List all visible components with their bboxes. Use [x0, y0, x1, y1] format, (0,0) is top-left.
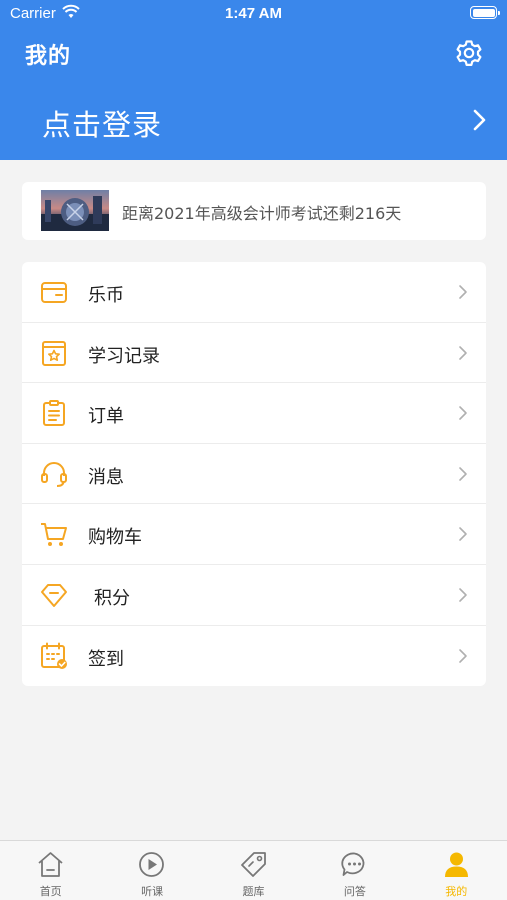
exam-countdown-card[interactable]: 距离2021年高级会计师考试还剩216天 [22, 182, 486, 240]
menu-item-label: 积分 [94, 587, 130, 609]
page-title: 我的 [25, 44, 72, 69]
status-time: 1:47 AM [225, 5, 282, 22]
cart-icon [41, 523, 67, 547]
chevron-right-icon [459, 648, 467, 663]
menu-item-label: 购物车 [88, 527, 142, 549]
tab-listen[interactable]: 听课 [101, 841, 202, 900]
menu-item-points[interactable]: 积分 [22, 565, 486, 626]
status-bar: Carrier 1:47 AM [0, 0, 507, 28]
tab-mine[interactable]: 我的 [406, 841, 507, 900]
tab-label: 问答 [343, 885, 366, 898]
clipboard-icon [43, 400, 65, 427]
battery-icon [470, 6, 500, 19]
calendar-check-icon [41, 642, 67, 669]
chat-icon [341, 852, 365, 876]
menu-item-messages[interactable]: 消息 [22, 444, 486, 505]
exam-banner-image [41, 190, 109, 231]
chevron-right-icon [473, 109, 486, 131]
tab-home[interactable]: 首页 [0, 841, 101, 900]
chevron-right-icon [459, 406, 467, 420]
diamond-icon [41, 583, 67, 607]
menu-item-label: 学习记录 [88, 345, 160, 367]
study-record-icon [42, 340, 66, 366]
menu-item-lebi[interactable]: 乐币 [22, 262, 486, 323]
tab-label: 题库 [242, 885, 265, 898]
menu-item-checkin[interactable]: 签到 [22, 626, 486, 686]
exam-countdown-text: 距离2021年高级会计师考试还剩216天 [122, 204, 402, 223]
tab-label: 首页 [39, 885, 62, 898]
profile-header: Carrier 1:47 AM 我的 点击登录 [0, 0, 507, 160]
menu-item-label: 订单 [88, 406, 124, 428]
wallet-icon [41, 282, 67, 303]
menu-item-label: 乐币 [88, 285, 124, 306]
chevron-right-icon [459, 527, 467, 542]
menu-item-orders[interactable]: 订单 [22, 383, 486, 444]
menu-item-label: 消息 [88, 466, 124, 488]
menu-item-study-record[interactable]: 学习记录 [22, 323, 486, 384]
menu-item-cart[interactable]: 购物车 [22, 504, 486, 565]
menu-item-label: 签到 [88, 648, 124, 670]
bottom-tab-bar: 首页 听课 题库 问答 我的 [0, 840, 507, 900]
gear-icon[interactable] [454, 38, 484, 68]
headset-icon [41, 461, 67, 487]
chevron-right-icon [459, 345, 467, 360]
home-icon [38, 852, 63, 877]
login-row[interactable]: 点击登录 [0, 96, 507, 146]
chevron-right-icon [459, 588, 467, 602]
tag-icon [240, 852, 266, 877]
tab-question-bank[interactable]: 题库 [203, 841, 304, 900]
chevron-right-icon [459, 466, 467, 481]
tab-label: 听课 [141, 885, 164, 898]
menu-list: 乐币 学习记录 订单 消息 购物车 积分 签到 [22, 262, 486, 686]
user-icon [444, 852, 468, 877]
play-icon [139, 852, 165, 877]
tab-label: 我的 [445, 885, 468, 898]
tab-qa[interactable]: 问答 [304, 841, 405, 900]
login-label[interactable]: 点击登录 [42, 102, 162, 144]
chevron-right-icon [459, 285, 467, 299]
